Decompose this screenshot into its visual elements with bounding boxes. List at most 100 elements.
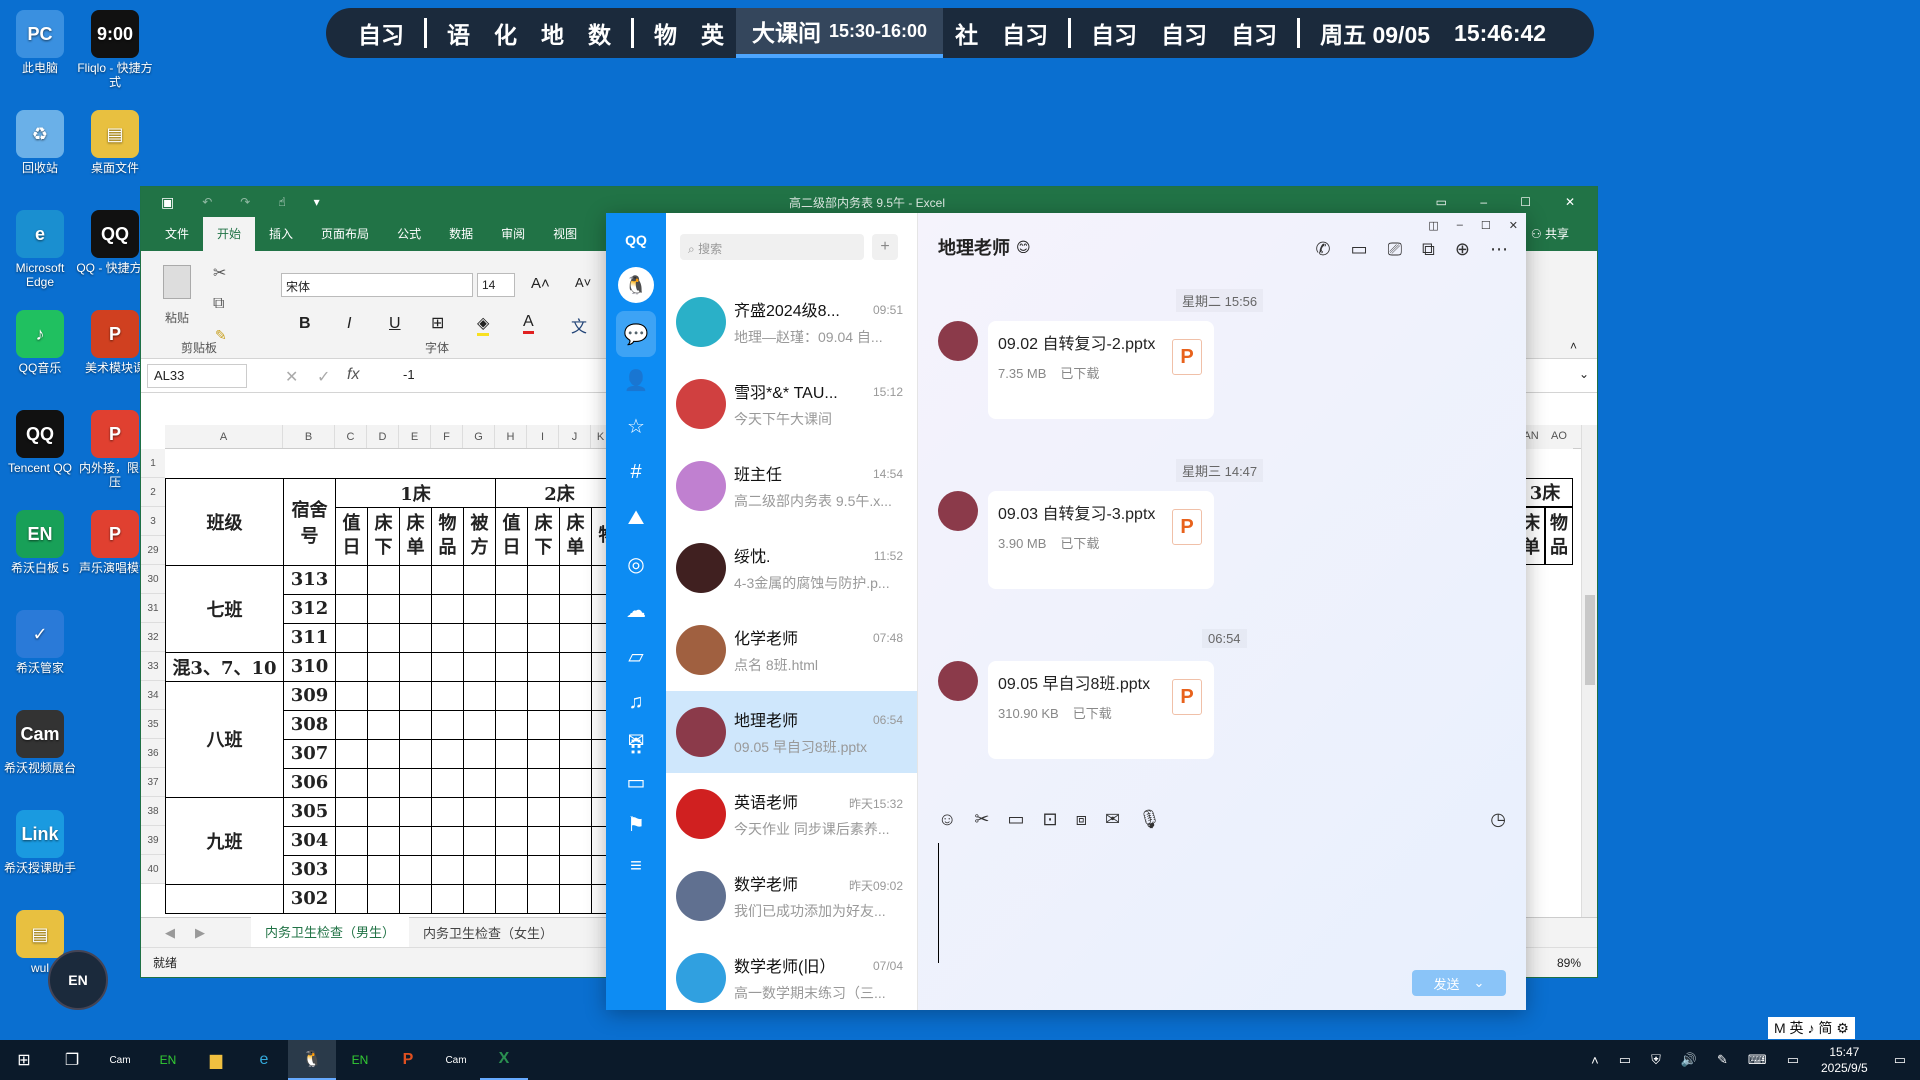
add-button[interactable]: + <box>872 234 898 260</box>
easinote-icon[interactable]: EN <box>144 1040 192 1080</box>
next-sheet-icon[interactable]: ▶ <box>195 925 205 941</box>
scroll-thumb[interactable] <box>1585 595 1595 685</box>
customize-qat-icon[interactable]: ▾ <box>314 195 320 209</box>
desktop-icon[interactable]: ✓ 希沃管家 <box>0 610 80 675</box>
screenshot-icon[interactable]: ✂ <box>974 809 989 830</box>
conversation-item[interactable]: 班主任 高二级部内务表 9.5午.x... 14:54 <box>666 445 917 527</box>
close-icon[interactable]: ✕ <box>1509 219 1518 232</box>
volume-icon[interactable]: 🔊 <box>1681 1052 1697 1068</box>
camera-app-icon-2[interactable]: Cam <box>432 1040 480 1080</box>
desktop-icon[interactable]: Link 希沃授课助手 <box>0 810 80 875</box>
edge-icon[interactable]: e <box>240 1040 288 1080</box>
favorites-icon[interactable]: ☆ <box>606 403 666 449</box>
more-icon[interactable]: ⋯ <box>1490 239 1508 260</box>
maximize-icon[interactable]: ☐ <box>1520 195 1531 209</box>
minimize-icon[interactable]: – <box>1457 219 1463 232</box>
desktop-icon[interactable]: Cam 希沃视频展台 <box>0 710 80 775</box>
file-message[interactable]: 09.03 自转复习-3.pptx 3.90 MB 已下载 P <box>938 491 1214 589</box>
ribbon-tab-7[interactable]: 视图 <box>539 216 591 251</box>
conversation-item[interactable]: 雪羽*&* TAU... 今天下午大课间 15:12 <box>666 363 917 445</box>
file-message[interactable]: 09.02 自转复习-2.pptx 7.35 MB 已下载 P <box>938 321 1214 419</box>
conversation-item[interactable]: 绥忱. 4-3金属的腐蚀与防护.p... 11:52 <box>666 527 917 609</box>
insert-function-icon[interactable]: fx <box>347 366 359 384</box>
borders-icon[interactable]: ⊞ <box>431 313 444 333</box>
voice-icon[interactable]: 🎙 <box>1138 809 1161 830</box>
emoji-icon[interactable]: ☺ <box>938 809 956 830</box>
send-options-icon[interactable]: ⌄ <box>1474 975 1485 991</box>
desktop-icon[interactable]: e Microsoft Edge <box>0 210 80 289</box>
video-call-icon[interactable]: ▭ <box>1351 239 1368 260</box>
pen-icon[interactable]: ✎ <box>1717 1052 1728 1068</box>
conversation-item[interactable]: 数学老师(旧） 高一数学期末练习（三... 07/04 <box>666 937 917 1010</box>
mail-icon[interactable]: ✉ <box>606 717 666 763</box>
powerpoint-icon[interactable]: P <box>384 1040 432 1080</box>
cancel-icon[interactable]: ✕ <box>285 367 298 387</box>
increase-font-icon[interactable]: A˄ <box>531 275 550 292</box>
desktop-icon[interactable]: 9:00 Fliqlo - 快捷方式 <box>75 10 155 89</box>
red-packet-icon[interactable]: ✉ <box>1105 809 1120 830</box>
font-name-select[interactable]: 宋体 <box>281 273 473 297</box>
file-explorer-icon[interactable]: ▆ <box>192 1040 240 1080</box>
file-card[interactable]: 09.03 自转复习-3.pptx 3.90 MB 已下载 P <box>988 491 1214 589</box>
desktop-icon[interactable]: PC 此电脑 <box>0 10 80 75</box>
file-message[interactable]: 09.05 早自习8班.pptx 310.90 KB 已下载 P <box>938 661 1214 759</box>
decrease-font-icon[interactable]: A˅ <box>575 275 591 290</box>
table-row[interactable]: 九班 305 <box>165 796 624 885</box>
qq-taskbar-icon[interactable]: 🐧 <box>288 1040 336 1080</box>
vertical-scrollbar[interactable] <box>1581 425 1597 917</box>
desktop-icon[interactable]: ▤ 桌面文件 <box>75 110 155 175</box>
underline-button[interactable]: U <box>389 315 401 333</box>
italic-button[interactable]: I <box>347 315 351 333</box>
font-color-icon[interactable]: A <box>523 313 534 334</box>
ribbon-tab-2[interactable]: 插入 <box>255 216 307 251</box>
copy-icon[interactable]: ⧉ <box>213 295 224 313</box>
shake-icon[interactable]: ⧈ <box>1076 809 1087 830</box>
bold-button[interactable]: B <box>299 315 311 333</box>
sheet-tab-boys[interactable]: 内务卫生检查（男生） <box>251 916 410 949</box>
display-icon[interactable]: ▭ <box>1787 1052 1799 1068</box>
fill-color-icon[interactable]: ◈ <box>477 313 490 336</box>
ribbon-tab-0[interactable]: 文件 <box>151 216 203 251</box>
minimize-icon[interactable]: – <box>1480 195 1487 209</box>
table-row[interactable]: 混3、7、10 310 <box>165 651 624 682</box>
ime-toolbar[interactable]: M 英 ♪ 简 ⚙ <box>1768 1017 1855 1039</box>
font-size-select[interactable]: 14 <box>477 273 515 297</box>
menu-icon[interactable]: ≡ <box>606 843 666 889</box>
redo-icon[interactable]: ↷ <box>240 195 250 209</box>
paste-button[interactable]: 粘贴 <box>161 265 193 326</box>
name-box[interactable]: AL33 <box>147 364 247 388</box>
contacts-icon[interactable]: 👤 <box>606 357 666 403</box>
channels-icon[interactable]: # <box>606 449 666 495</box>
desktop-icon[interactable]: ♻ 回收站 <box>0 110 80 175</box>
tray-overflow-icon[interactable]: ˄ <box>1591 1053 1599 1068</box>
ribbon-tab-3[interactable]: 页面布局 <box>307 216 383 251</box>
save-icon[interactable]: ▣ <box>161 194 174 211</box>
bookmark-icon[interactable]: ⚑ <box>606 801 666 847</box>
table-row[interactable]: 八班 309 <box>165 680 624 798</box>
conversation-item[interactable]: 化学老师 点名 8班.html 07:48 <box>666 609 917 691</box>
ribbon-tab-4[interactable]: 公式 <box>383 216 435 251</box>
zoom-level[interactable]: 89% <box>1557 956 1581 970</box>
desktop-icon[interactable]: QQ Tencent QQ <box>0 410 80 475</box>
network-icon[interactable]: ▭ <box>1619 1052 1631 1068</box>
formula-input[interactable]: -1 <box>403 367 415 382</box>
cut-icon[interactable]: ✂ <box>213 263 226 283</box>
desktop-icon[interactable]: EN 希沃白板 5 <box>0 510 80 575</box>
enter-icon[interactable]: ✓ <box>317 367 330 387</box>
table-row[interactable]: 七班 313 <box>165 564 624 653</box>
expand-formula-icon[interactable]: ⌄ <box>1579 367 1589 381</box>
conversation-item[interactable]: 数学老师 我们已成功添加为好友... 昨天09:02 <box>666 855 917 937</box>
security-icon[interactable]: ⛨ <box>1651 1052 1661 1068</box>
file-card[interactable]: 09.02 自转复习-2.pptx 7.35 MB 已下载 P <box>988 321 1214 419</box>
excel-taskbar-icon[interactable]: X <box>480 1040 528 1080</box>
voice-call-icon[interactable]: ✆ <box>1316 239 1331 260</box>
ribbon-tab-6[interactable]: 审阅 <box>487 216 539 251</box>
desktop-icon[interactable]: ♪ QQ音乐 <box>0 310 80 375</box>
game-icon[interactable]: ◎ <box>606 541 666 587</box>
pin-icon[interactable]: ◫ <box>1428 219 1438 232</box>
screen-share-icon[interactable]: ⎚ <box>1388 239 1402 260</box>
clock[interactable]: 15:47 2025/9/5 <box>1821 1044 1868 1076</box>
task-view-icon[interactable]: ❐ <box>48 1040 96 1080</box>
tencent-docs-icon[interactable]: ▱ <box>606 633 666 679</box>
share-button[interactable]: ⚇ 共享 <box>1531 225 1569 242</box>
